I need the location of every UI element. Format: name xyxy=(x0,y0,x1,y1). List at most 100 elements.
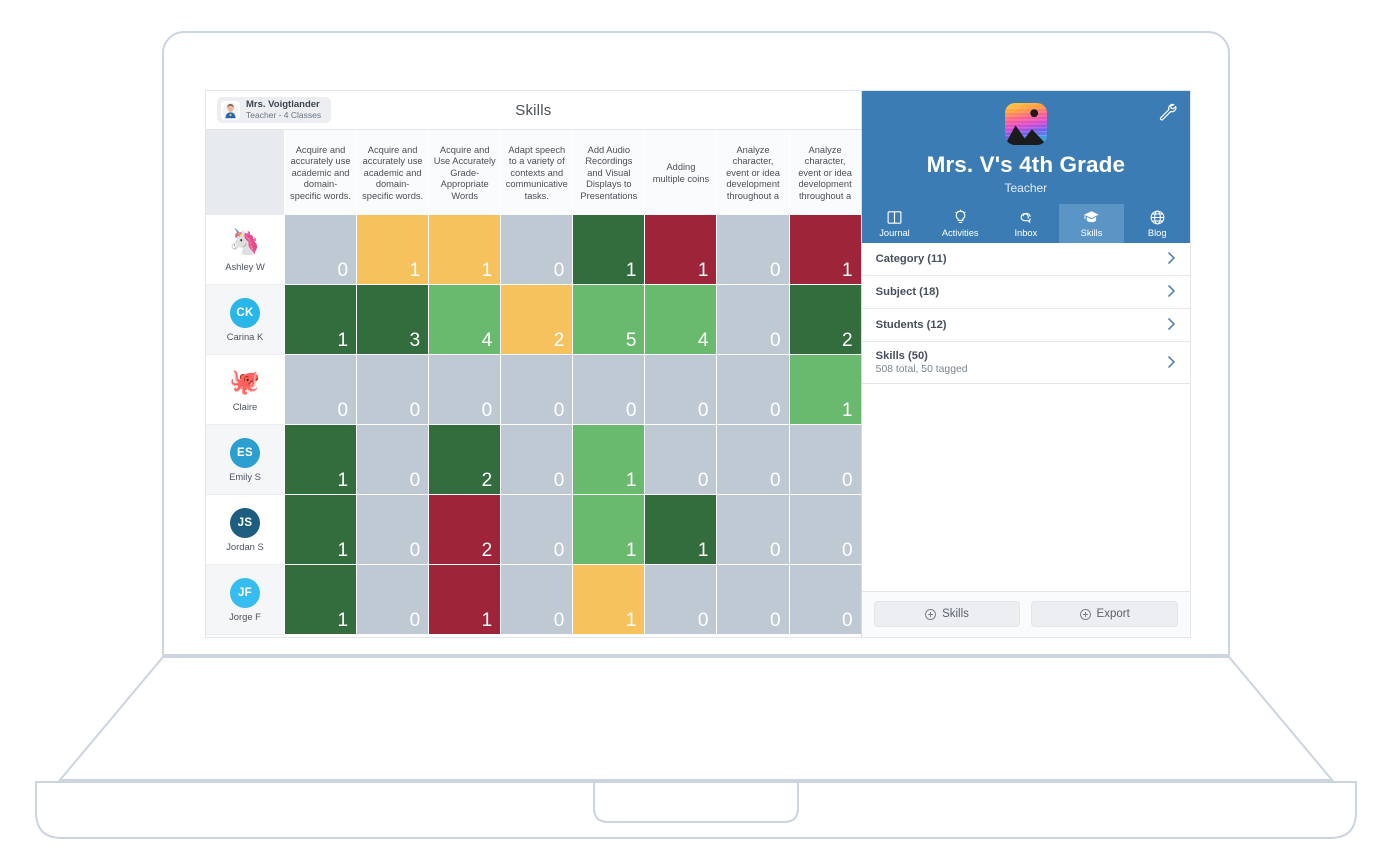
skill-cell-value: 1 xyxy=(625,260,637,281)
skill-cell[interactable]: 0 xyxy=(357,355,430,425)
tab-skills[interactable]: Skills xyxy=(1058,204,1125,243)
skill-cell[interactable]: 0 xyxy=(717,495,790,565)
skill-cell-value: 0 xyxy=(553,260,565,281)
chevron-right-icon xyxy=(1167,317,1176,333)
skill-cell-value: 1 xyxy=(697,260,709,281)
skill-cell[interactable]: 0 xyxy=(645,565,718,635)
skill-cell[interactable]: 0 xyxy=(501,495,574,565)
skill-cell-value: 4 xyxy=(481,330,493,351)
avatar: JS xyxy=(230,507,260,538)
skill-cell[interactable]: 1 xyxy=(789,215,861,285)
skill-cell-value: 0 xyxy=(409,400,421,421)
skill-cell[interactable]: 0 xyxy=(717,285,790,355)
skill-cell-value: 1 xyxy=(481,610,493,631)
skill-cell-value: 0 xyxy=(769,610,781,631)
matrix-column-header[interactable]: Adding multiple coins xyxy=(645,130,718,215)
filter-row[interactable]: Skills (50) 508 total, 50 tagged xyxy=(862,342,1190,383)
skill-cell[interactable]: 5 xyxy=(573,285,646,355)
skill-cell[interactable]: 0 xyxy=(357,425,430,495)
skill-cell-value: 0 xyxy=(842,470,853,491)
skill-cell[interactable]: 0 xyxy=(789,425,861,495)
student-name: Jordan S xyxy=(226,540,264,552)
skill-cell[interactable]: 1 xyxy=(789,355,861,425)
student-cell[interactable]: JF Jorge F xyxy=(206,565,285,635)
tab-blog[interactable]: Blog xyxy=(1124,204,1190,243)
matrix-column-header[interactable]: Acquire and Use Accurately Grade-Appropr… xyxy=(429,130,502,215)
skill-cell[interactable]: 0 xyxy=(573,355,646,425)
skill-cell[interactable]: 2 xyxy=(501,285,574,355)
skill-cell[interactable]: 1 xyxy=(285,565,358,635)
skill-cell-value: 1 xyxy=(337,610,349,631)
skill-cell[interactable]: 1 xyxy=(645,495,718,565)
skill-cell-value: 0 xyxy=(481,400,493,421)
skill-cell[interactable]: 0 xyxy=(645,425,718,495)
filter-row[interactable]: Students (12) xyxy=(861,309,1190,342)
sidebar-empty-space xyxy=(861,384,1190,592)
wrench-icon[interactable] xyxy=(1157,101,1177,121)
matrix-column-header[interactable]: Acquire and accurately use academic and … xyxy=(357,130,430,215)
skill-cell-value: 0 xyxy=(697,470,709,491)
skill-cell-value: 1 xyxy=(337,470,349,491)
filter-row[interactable]: Subject (18) xyxy=(861,276,1190,309)
skill-cell[interactable]: 2 xyxy=(429,495,502,565)
skill-cell[interactable]: 1 xyxy=(573,425,646,495)
filter-row[interactable]: Category (11) xyxy=(861,243,1190,276)
skill-cell[interactable]: 4 xyxy=(645,285,718,355)
profile-chip[interactable]: Mrs. Voigtlander Teacher - 4 Classes xyxy=(217,96,332,124)
skill-cell[interactable]: 0 xyxy=(501,425,574,495)
skill-cell[interactable]: 0 xyxy=(789,565,861,635)
skill-cell[interactable]: 0 xyxy=(501,565,574,635)
tab-journal[interactable]: Journal xyxy=(862,204,928,243)
skill-cell[interactable]: 2 xyxy=(429,425,502,495)
skill-cell[interactable]: 1 xyxy=(573,495,646,565)
student-name: Jorge F xyxy=(229,610,261,622)
skill-cell[interactable]: 1 xyxy=(285,425,358,495)
matrix-corner-cell xyxy=(206,130,285,215)
skill-cell[interactable]: 0 xyxy=(501,215,574,285)
skill-cell[interactable]: 1 xyxy=(645,215,718,285)
skill-cell[interactable]: 0 xyxy=(717,565,790,635)
skill-cell[interactable]: 0 xyxy=(717,425,790,495)
skill-cell[interactable]: 0 xyxy=(285,355,358,425)
export-button[interactable]: Export xyxy=(1031,601,1179,627)
skill-cell[interactable]: 0 xyxy=(789,495,861,565)
matrix-column-header[interactable]: Analyze character, event or idea develop… xyxy=(717,130,790,215)
skills-grid-pane: Mrs. Voigtlander Teacher - 4 Classes Ski… xyxy=(206,91,862,637)
matrix-column-header-label: Acquire and accurately use academic and … xyxy=(290,144,352,201)
skill-cell-value: 0 xyxy=(842,610,853,631)
filter-list: Category (11) Subject (18) Students (12) Sk… xyxy=(861,243,1190,384)
filter-label: Category (11) xyxy=(875,253,947,265)
skill-cell[interactable]: 0 xyxy=(357,565,430,635)
skill-cell[interactable]: 1 xyxy=(357,215,430,285)
skill-cell[interactable]: 1 xyxy=(285,495,358,565)
matrix-column-header[interactable]: Add Audio Recordings and Visual Displays… xyxy=(573,130,646,215)
matrix-column-header[interactable]: Adapt speech to a variety of contexts an… xyxy=(501,130,574,215)
skill-cell[interactable]: 0 xyxy=(717,355,790,425)
skill-cell[interactable]: 3 xyxy=(357,285,430,355)
student-cell[interactable]: ES Emily S xyxy=(206,425,285,495)
skill-cell[interactable]: 0 xyxy=(429,355,502,425)
skill-cell[interactable]: 1 xyxy=(573,565,646,635)
skill-cell[interactable]: 0 xyxy=(645,355,718,425)
skill-cell-value: 1 xyxy=(697,540,709,561)
skill-cell[interactable]: 1 xyxy=(285,285,358,355)
student-cell[interactable]: 🐙 Claire xyxy=(206,355,285,425)
student-cell[interactable]: CK Carina K xyxy=(206,285,285,355)
skill-cell[interactable]: 0 xyxy=(717,215,790,285)
matrix-column-header[interactable]: Acquire and accurately use academic and … xyxy=(285,130,358,215)
tab-activities[interactable]: Activities xyxy=(927,204,993,243)
class-sidebar: Mrs. V's 4th Grade Teacher Journal Activi… xyxy=(861,91,1190,637)
student-cell[interactable]: 🦄 Ashley W xyxy=(206,215,285,285)
skills-button[interactable]: Skills xyxy=(873,601,1021,627)
skill-cell[interactable]: 1 xyxy=(573,215,646,285)
skill-cell[interactable]: 0 xyxy=(357,495,430,565)
skill-cell[interactable]: 2 xyxy=(789,285,861,355)
skill-cell[interactable]: 4 xyxy=(429,285,502,355)
skill-cell[interactable]: 1 xyxy=(429,565,502,635)
skill-cell[interactable]: 0 xyxy=(285,215,358,285)
matrix-column-header[interactable]: Analyze character, event or idea develop… xyxy=(789,130,861,215)
skill-cell[interactable]: 0 xyxy=(501,355,574,425)
skill-cell[interactable]: 1 xyxy=(429,215,502,285)
student-cell[interactable]: JS Jordan S xyxy=(206,495,285,565)
tab-inbox[interactable]: Inbox xyxy=(993,204,1059,243)
